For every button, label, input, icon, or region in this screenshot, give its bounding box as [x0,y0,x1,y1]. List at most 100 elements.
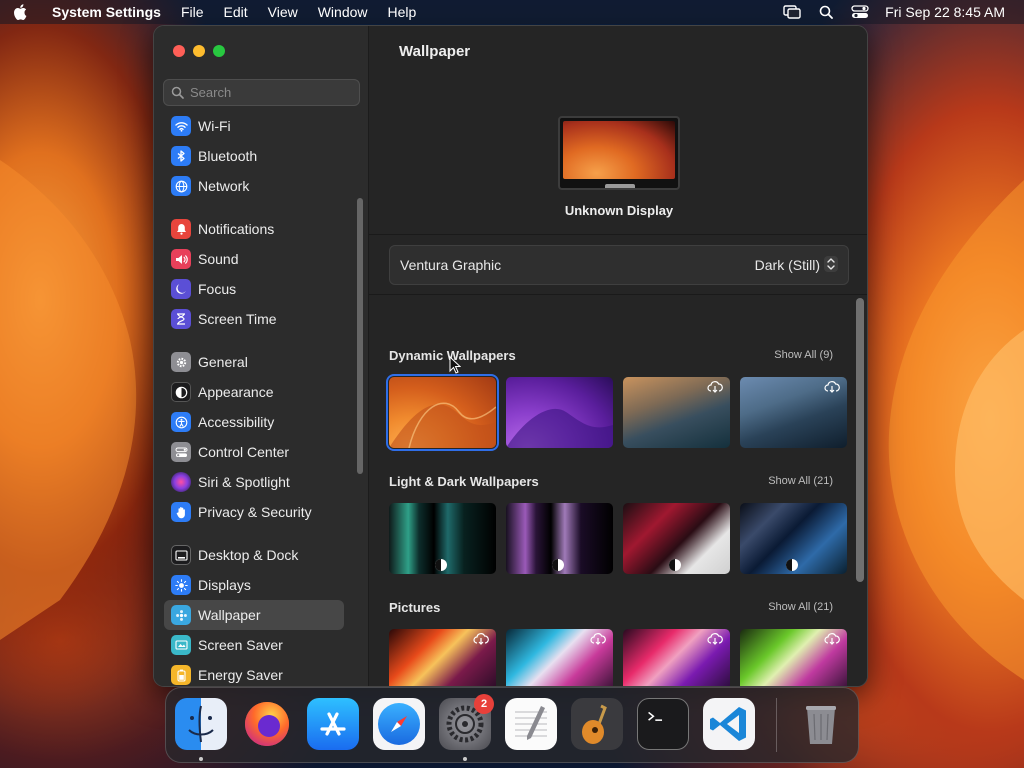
menu-edit[interactable]: Edit [214,0,258,24]
safari-icon[interactable] [373,698,425,750]
menu-app-name[interactable]: System Settings [42,0,171,24]
sidebar-item-label: Siri & Spotlight [198,474,290,490]
accessibility-icon [171,412,191,432]
display-name: Unknown Display [564,203,674,218]
show-all-button[interactable]: Show All (21) [768,475,833,487]
wallpaper-gallery: Dynamic Wallpapers Show All (9) Light & … [369,296,859,686]
search-icon [171,86,184,99]
menu-view[interactable]: View [258,0,308,24]
sidebar: Search Wi-Fi Bluetooth Network Notificat… [154,26,369,686]
hand-icon [171,502,191,522]
sidebar-item-general[interactable]: General [164,347,344,377]
screen-mirroring-icon[interactable] [775,0,809,24]
show-all-button[interactable]: Show All (21) [768,601,833,613]
wallpaper-thumbnail[interactable] [623,503,730,574]
appearance-mode-popup[interactable]: Dark (Still) [754,255,838,275]
running-indicator [463,757,467,761]
wallpaper-name: Ventura Graphic [400,257,502,273]
gallery-scrollbar[interactable] [856,298,864,582]
sun-icon [171,575,191,595]
menu-file[interactable]: File [171,0,214,24]
light-dark-badge-icon [786,559,798,571]
app-store-icon[interactable] [307,698,359,750]
network-globe-icon [171,176,191,196]
wallpaper-thumbnail[interactable] [623,629,730,686]
trash-icon[interactable] [795,698,847,750]
moon-icon [171,279,191,299]
system-settings-window: Search Wi-Fi Bluetooth Network Notificat… [153,25,868,687]
sidebar-item-network[interactable]: Network [164,171,344,201]
battery-icon [171,665,191,685]
sidebar-search-field[interactable]: Search [163,79,360,106]
sidebar-item-label: Sound [198,251,239,267]
sidebar-item-siri-spotlight[interactable]: Siri & Spotlight [164,467,344,497]
sidebar-item-wifi[interactable]: Wi-Fi [164,114,344,141]
wallpaper-thumbnail[interactable] [740,629,847,686]
section-light-dark-wallpapers: Light & Dark Wallpapers Show All (21) [389,472,847,574]
minimize-window-button[interactable] [193,45,205,57]
sidebar-scrollbar[interactable] [357,198,363,474]
sidebar-item-bluetooth[interactable]: Bluetooth [164,141,344,171]
sidebar-item-notifications[interactable]: Notifications [164,214,344,244]
divider [369,294,867,295]
vscode-icon[interactable] [703,698,755,750]
sidebar-item-focus[interactable]: Focus [164,274,344,304]
display-preview [558,116,680,190]
cloud-download-icon [824,633,840,648]
light-dark-badge-icon [435,559,447,571]
speaker-icon [171,249,191,269]
wallpaper-selection-row: Ventura Graphic Dark (Still) [389,245,849,285]
sidebar-item-energy-saver[interactable]: Energy Saver [164,660,344,686]
wallpaper-thumbnail[interactable] [389,503,496,574]
garageband-icon[interactable] [571,698,623,750]
terminal-icon[interactable] [637,698,689,750]
menu-help[interactable]: Help [378,0,427,24]
wallpaper-thumbnail[interactable] [389,629,496,686]
textedit-icon[interactable] [505,698,557,750]
sidebar-item-screen-saver[interactable]: Screen Saver [164,630,344,660]
appearance-mode-value: Dark (Still) [754,257,820,273]
wallpaper-thumbnail[interactable] [506,629,613,686]
sidebar-item-label: Energy Saver [198,667,283,683]
mouse-pointer-icon [449,356,461,374]
sidebar-item-appearance[interactable]: Appearance [164,377,344,407]
sidebar-item-wallpaper[interactable]: Wallpaper [164,600,344,630]
bluetooth-icon [171,146,191,166]
sidebar-item-sound[interactable]: Sound [164,244,344,274]
wallpaper-thumbnail[interactable] [506,503,613,574]
siri-icon [171,472,191,492]
menu-window[interactable]: Window [308,0,378,24]
zoom-window-button[interactable] [213,45,225,57]
window-controls [173,45,225,57]
apple-menu-icon[interactable] [0,0,42,24]
cloud-download-icon [590,633,606,648]
sidebar-item-control-center[interactable]: Control Center [164,437,344,467]
close-window-button[interactable] [173,45,185,57]
finder-icon[interactable] [175,698,227,750]
cloud-download-icon [473,633,489,648]
sidebar-item-displays[interactable]: Displays [164,570,344,600]
sidebar-item-label: General [198,354,248,370]
firefox-icon[interactable] [241,698,293,750]
gear-icon [171,352,191,372]
wallpaper-thumbnail[interactable] [623,377,730,448]
sidebar-item-screen-time[interactable]: Screen Time [164,304,344,334]
section-title: Light & Dark Wallpapers [389,473,539,489]
menu-bar-clock[interactable]: Fri Sep 22 8:45 AM [877,4,1024,20]
sidebar-item-privacy-security[interactable]: Privacy & Security [164,497,344,527]
sidebar-item-desktop-dock[interactable]: Desktop & Dock [164,540,344,570]
wallpaper-icon [171,605,191,625]
wallpaper-thumbnail[interactable] [740,503,847,574]
wallpaper-thumbnail[interactable] [386,374,499,451]
light-dark-badge-icon [552,559,564,571]
notification-badge: 2 [474,694,494,714]
wallpaper-thumbnail[interactable] [740,377,847,448]
sidebar-item-accessibility[interactable]: Accessibility [164,407,344,437]
control-center-icon[interactable] [843,0,877,24]
section-pictures: Pictures Show All (21) [389,598,847,686]
show-all-button[interactable]: Show All (9) [774,349,833,361]
wallpaper-thumbnail[interactable] [506,377,613,448]
wifi-icon [171,116,191,136]
spotlight-search-icon[interactable] [809,0,843,24]
hourglass-icon [171,309,191,329]
